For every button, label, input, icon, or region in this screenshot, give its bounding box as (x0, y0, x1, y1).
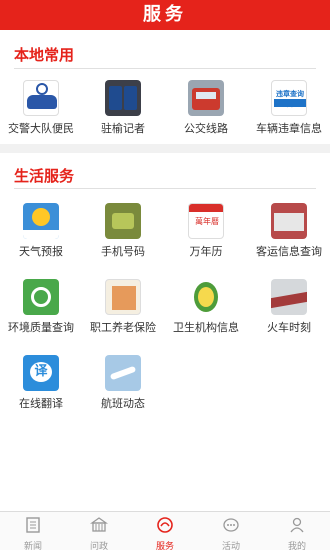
activity-icon (223, 518, 239, 532)
page-title: 服务 (0, 0, 330, 30)
service-item-pension[interactable]: 职工养老保险 (82, 279, 164, 335)
tab-label: 问政 (89, 542, 108, 550)
service-item-label: 驻榆记者 (101, 122, 145, 135)
service-item-label: 在线翻译 (19, 397, 63, 410)
service-item-bus-lines[interactable]: 公交线路 (165, 80, 247, 136)
tab-profile[interactable]: 我的 (264, 512, 330, 550)
service-item-calendar[interactable]: 萬年曆 万年历 (165, 203, 247, 259)
icon-text: 萬年曆 (195, 217, 219, 226)
service-item-violation[interactable]: 违章查询网 车辆违章信息 (248, 80, 330, 136)
service-item-train[interactable]: 火车时刻 (248, 279, 330, 335)
divider (14, 188, 316, 189)
tab-label: 服务 (155, 542, 174, 550)
service-item-flight[interactable]: 航班动态 (82, 355, 164, 411)
service-item-label: 交警大队便民 (8, 122, 74, 135)
service-item-weather[interactable]: 天气预报 (0, 203, 82, 259)
tab-label: 新闻 (23, 542, 42, 550)
life-services-section: 生活服务 天气预报 手机号码 萬年曆 万年历 客运信息查询 环境质量查询 职工养… (0, 153, 330, 511)
service-item-traffic-police[interactable]: 交警大队便民 (0, 80, 82, 136)
service-item-translate[interactable]: 译 在线翻译 (0, 355, 82, 411)
news-icon (26, 517, 40, 533)
gov-icon (89, 517, 109, 532)
local-services-section: 本地常用 交警大队便民 驻榆记者 公交线路 违章查询网 车辆违章信息 (0, 30, 330, 144)
service-item-label: 天气预报 (19, 245, 63, 258)
tab-label: 活动 (221, 542, 240, 550)
service-item-label: 航班动态 (101, 397, 145, 410)
service-item-health[interactable]: 卫生机构信息 (165, 279, 247, 335)
profile-icon (290, 517, 304, 533)
service-item-label: 万年历 (189, 245, 223, 258)
section-separator (0, 144, 330, 153)
service-item-label: 卫生机构信息 (173, 321, 239, 334)
service-item-label: 火车时刻 (267, 321, 311, 334)
pension-icon (105, 279, 141, 315)
tab-news[interactable]: 新闻 (0, 512, 66, 550)
service-icon (157, 517, 173, 533)
service-item-label: 职工养老保险 (90, 321, 156, 334)
tab-label: 我的 (287, 542, 306, 550)
health-icon (188, 279, 224, 315)
service-item-label: 环境质量查询 (8, 321, 74, 334)
weather-icon (23, 203, 59, 239)
service-item-environment[interactable]: 环境质量查询 (0, 279, 82, 335)
reporter-card-icon (105, 80, 141, 116)
traffic-violation-icon: 违章查询网 (271, 80, 307, 116)
tab-service[interactable]: 服务 (132, 512, 198, 550)
translate-icon: 译 (23, 355, 59, 391)
train-icon (271, 279, 307, 315)
tab-gov[interactable]: 问政 (66, 512, 132, 550)
coach-bus-icon (271, 203, 307, 239)
section-title: 生活服务 (14, 167, 75, 185)
section-title: 本地常用 (14, 46, 75, 64)
phone-number-icon (105, 203, 141, 239)
tab-activity[interactable]: 活动 (198, 512, 264, 550)
bottom-tab-bar: 新闻 问政 服务 活动 我的 (0, 511, 330, 550)
service-item-phone-number[interactable]: 手机号码 (82, 203, 164, 259)
calendar-icon: 萬年曆 (188, 203, 224, 239)
bus-icon (188, 80, 224, 116)
police-car-icon (23, 80, 59, 116)
service-item-label: 公交线路 (184, 122, 228, 135)
flight-icon (105, 355, 141, 391)
icon-text: 译 (30, 362, 52, 382)
service-item-coach-info[interactable]: 客运信息查询 (248, 203, 330, 259)
divider (14, 68, 316, 69)
service-item-label: 车辆违章信息 (256, 122, 322, 135)
service-item-reporter[interactable]: 驻榆记者 (82, 80, 164, 136)
service-item-label: 手机号码 (101, 245, 145, 258)
service-item-label: 客运信息查询 (256, 245, 322, 258)
environment-icon (23, 279, 59, 315)
